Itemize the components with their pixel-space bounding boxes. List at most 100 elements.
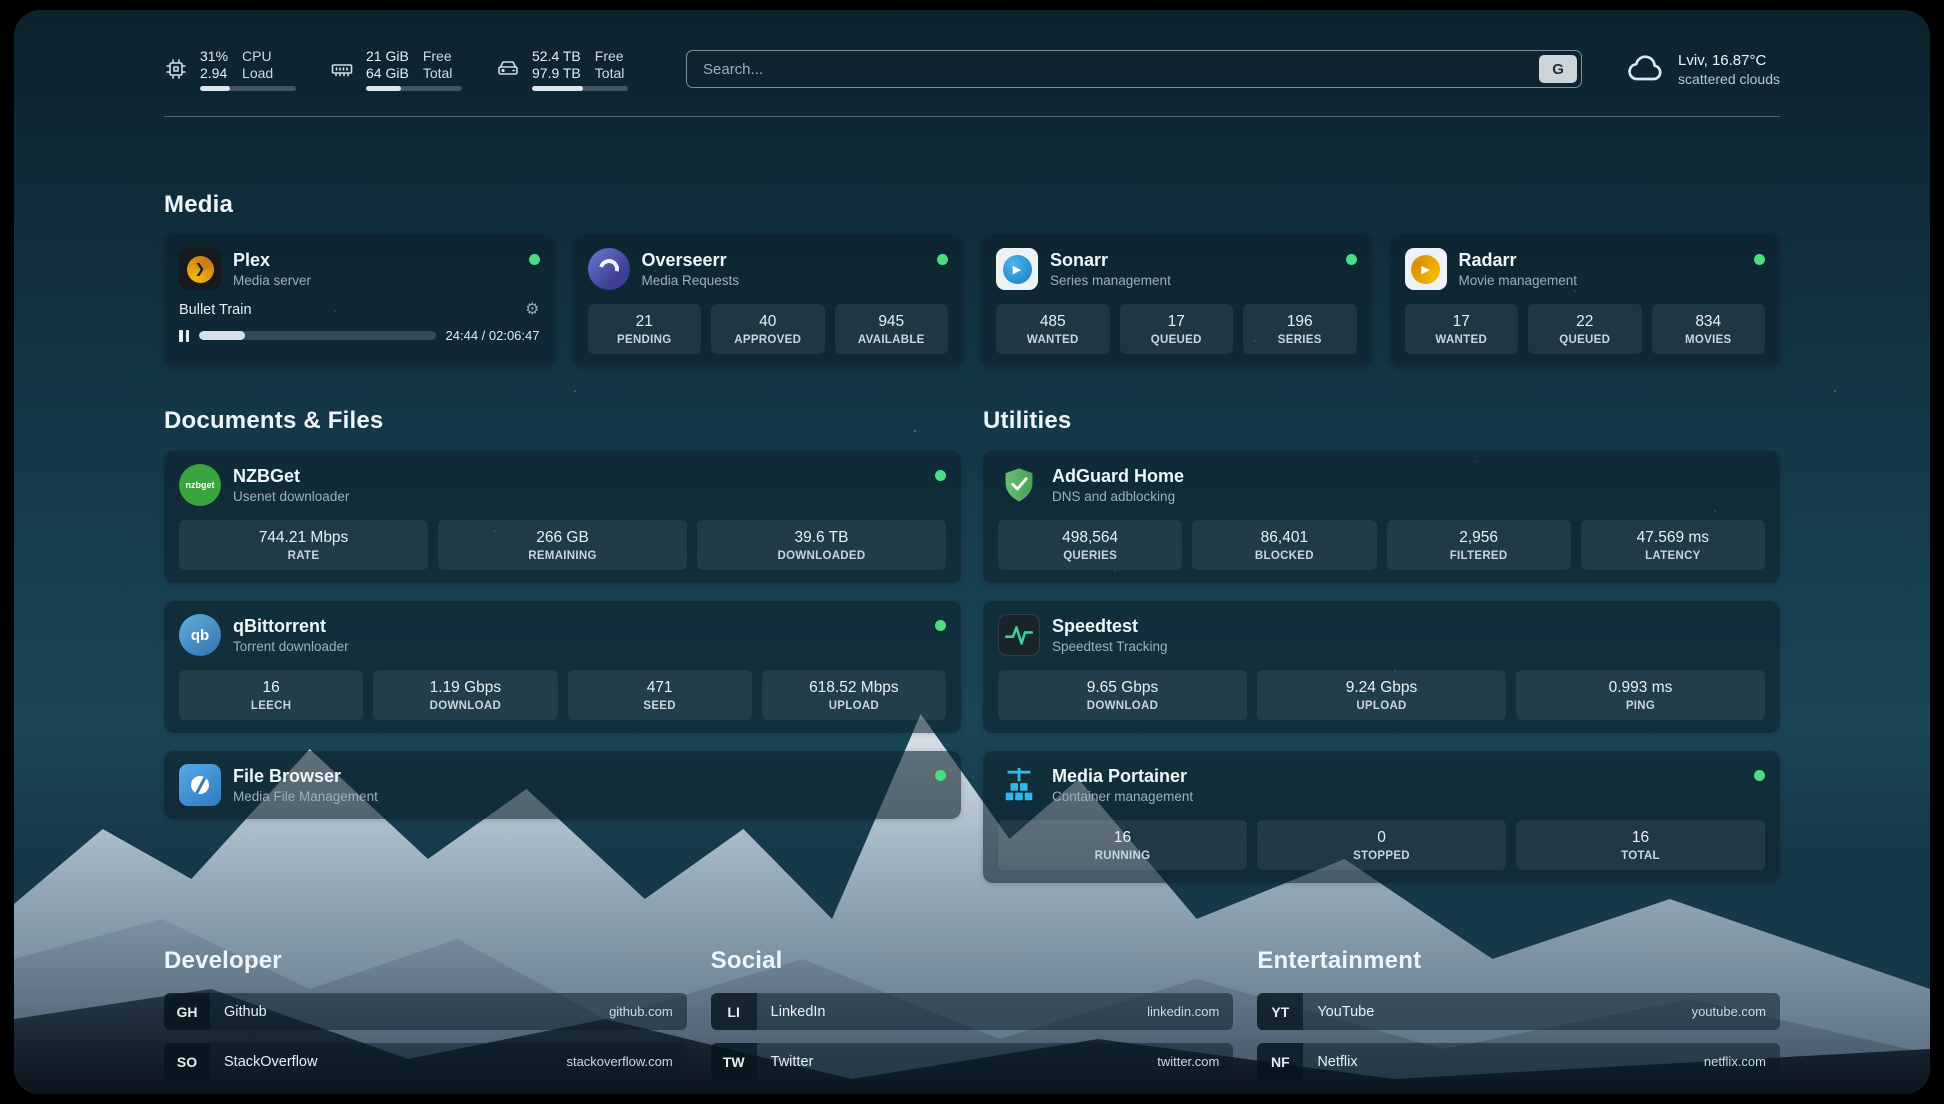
dashboard-screen: 31% 2.94 CPU Load bbox=[14, 10, 1930, 1094]
weather-condition: scattered clouds bbox=[1678, 71, 1780, 87]
service-card-nzbget[interactable]: nzbget NZBGet Usenet downloader 744.21 M… bbox=[164, 451, 961, 583]
bookmark-twitter[interactable]: TW Twitter twitter.com bbox=[711, 1043, 1234, 1080]
stat-value: 266 GB bbox=[536, 529, 589, 547]
memory-label-top: Free bbox=[423, 48, 453, 65]
service-subtitle: Media server bbox=[233, 273, 311, 288]
service-name: AdGuard Home bbox=[1052, 466, 1184, 487]
service-card-sonarr[interactable]: ▶ Sonarr Series management 485 WANTED 17 bbox=[981, 235, 1372, 367]
service-card-portainer[interactable]: Media Portainer Container management 16 … bbox=[983, 751, 1780, 883]
stat-value: 485 bbox=[1040, 313, 1066, 331]
stat-tile: 945 AVAILABLE bbox=[835, 304, 949, 354]
stat-label: APPROVED bbox=[734, 334, 801, 346]
stat-value: 0 bbox=[1377, 829, 1386, 847]
stat-tile: 47.569 ms LATENCY bbox=[1581, 520, 1765, 570]
topbar-divider bbox=[164, 116, 1780, 117]
memory-free: 21 GiB bbox=[366, 48, 409, 65]
bookmark-name: Twitter bbox=[771, 1054, 814, 1070]
stat-value: 744.21 Mbps bbox=[259, 529, 349, 547]
stat-label: QUEUED bbox=[1151, 334, 1202, 346]
stat-label: DOWNLOAD bbox=[1087, 700, 1158, 712]
service-subtitle: DNS and adblocking bbox=[1052, 489, 1184, 504]
bookmark-youtube[interactable]: YT YouTube youtube.com bbox=[1257, 993, 1780, 1030]
stat-label: WANTED bbox=[1027, 334, 1079, 346]
bookmark-abbr: NF bbox=[1257, 1043, 1303, 1080]
stat-tile: 16 RUNNING bbox=[998, 820, 1247, 870]
stat-value: 47.569 ms bbox=[1637, 529, 1709, 547]
bookmark-group-entertainment: Entertainment YT YouTube youtube.com NF … bbox=[1257, 947, 1780, 1094]
stat-value: 618.52 Mbps bbox=[809, 679, 899, 697]
stat-value: 471 bbox=[647, 679, 673, 697]
bookmark-github[interactable]: GH Github github.com bbox=[164, 993, 687, 1030]
gear-icon[interactable]: ⚙ bbox=[525, 302, 539, 318]
service-card-overseerr[interactable]: Overseerr Media Requests 21 PENDING 40 A… bbox=[573, 235, 964, 367]
section-utilities: Utilities bbox=[983, 407, 1780, 883]
service-name: File Browser bbox=[233, 766, 378, 787]
stat-tile: 266 GB REMAINING bbox=[438, 520, 687, 570]
stat-value: 9.65 Gbps bbox=[1087, 679, 1159, 697]
service-subtitle: Usenet downloader bbox=[233, 489, 349, 504]
disk-free: 52.4 TB bbox=[532, 48, 581, 65]
stat-tile: 22 QUEUED bbox=[1528, 304, 1642, 354]
now-playing-progress bbox=[199, 331, 436, 340]
bookmark-group-social: Social LI LinkedIn linkedin.com TW Twitt… bbox=[711, 947, 1234, 1094]
stat-label: LEECH bbox=[251, 700, 291, 712]
cpu-load: 2.94 bbox=[200, 65, 228, 82]
stat-value: 86,401 bbox=[1261, 529, 1308, 547]
stat-value: 834 bbox=[1695, 313, 1721, 331]
bookmark-dev[interactable]: DT DEV dev.to bbox=[164, 1093, 687, 1094]
stat-label: STOPPED bbox=[1353, 850, 1410, 862]
section-title-social: Social bbox=[711, 947, 1234, 975]
stat-value: 2,956 bbox=[1459, 529, 1498, 547]
section-title-developer: Developer bbox=[164, 947, 687, 975]
bookmark-linkedin[interactable]: LI LinkedIn linkedin.com bbox=[711, 993, 1234, 1030]
cloud-icon bbox=[1626, 49, 1666, 89]
bookmark-name: Netflix bbox=[1317, 1054, 1357, 1070]
status-dot bbox=[935, 620, 946, 631]
stat-label: MOVIES bbox=[1685, 334, 1732, 346]
service-card-speedtest[interactable]: Speedtest Speedtest Tracking 9.65 Gbps D… bbox=[983, 601, 1780, 733]
stat-label: AVAILABLE bbox=[858, 334, 925, 346]
plex-chevron: ❯ bbox=[187, 256, 214, 283]
service-name: qBittorrent bbox=[233, 616, 349, 637]
stat-tile: 196 SERIES bbox=[1243, 304, 1357, 354]
service-card-filebrowser[interactable]: File Browser Media File Management bbox=[164, 751, 961, 819]
service-card-plex[interactable]: ❯ Plex Media server Bullet Train ⚙ bbox=[164, 235, 555, 367]
nzbget-icon: nzbget bbox=[179, 464, 221, 506]
pause-icon bbox=[179, 330, 189, 342]
stat-tile: 16 TOTAL bbox=[1516, 820, 1765, 870]
status-dot bbox=[935, 770, 946, 781]
stat-value: 1.19 Gbps bbox=[430, 679, 502, 697]
disk-label-bottom: Total bbox=[595, 65, 625, 82]
stat-tile: 86,401 BLOCKED bbox=[1192, 520, 1376, 570]
disk-icon bbox=[496, 57, 520, 81]
service-card-radarr[interactable]: ▶ Radarr Movie management 17 WANTED 22 bbox=[1390, 235, 1781, 367]
bookmark-stackoverflow[interactable]: SO StackOverflow stackoverflow.com bbox=[164, 1043, 687, 1080]
bookmark-url: github.com bbox=[609, 1004, 673, 1019]
portainer-icon bbox=[998, 764, 1040, 806]
stat-label: UPLOAD bbox=[829, 700, 879, 712]
search-provider-button[interactable]: G bbox=[1539, 55, 1577, 83]
media-cards-row: ❯ Plex Media server Bullet Train ⚙ bbox=[164, 235, 1780, 367]
bookmark-name: StackOverflow bbox=[224, 1054, 317, 1070]
bookmark-reddit[interactable]: RE Reddit reddit.com bbox=[1257, 1093, 1780, 1094]
section-title-utilities: Utilities bbox=[983, 407, 1780, 435]
stat-label: LATENCY bbox=[1645, 550, 1701, 562]
snow-specks bbox=[14, 10, 16, 12]
service-card-adguard[interactable]: AdGuard Home DNS and adblocking 498,564 … bbox=[983, 451, 1780, 583]
search-input[interactable] bbox=[686, 50, 1582, 88]
stat-value: 498,564 bbox=[1062, 529, 1118, 547]
bookmark-abbr: SO bbox=[164, 1043, 210, 1080]
status-dot bbox=[529, 254, 540, 265]
bookmark-abbr: RE bbox=[1257, 1093, 1303, 1094]
stat-label: UPLOAD bbox=[1356, 700, 1406, 712]
adguard-icon bbox=[998, 464, 1040, 506]
memory-icon bbox=[330, 57, 354, 81]
bookmark-netflix[interactable]: NF Netflix netflix.com bbox=[1257, 1043, 1780, 1080]
service-name: Overseerr bbox=[642, 250, 740, 271]
service-subtitle: Media Requests bbox=[642, 273, 740, 288]
stat-tile: 39.6 TB DOWNLOADED bbox=[697, 520, 946, 570]
status-dot bbox=[1754, 254, 1765, 265]
service-card-qbittorrent[interactable]: qb qBittorrent Torrent downloader 16 LEE… bbox=[164, 601, 961, 733]
service-subtitle: Series management bbox=[1050, 273, 1171, 288]
stat-label: DOWNLOAD bbox=[430, 700, 501, 712]
